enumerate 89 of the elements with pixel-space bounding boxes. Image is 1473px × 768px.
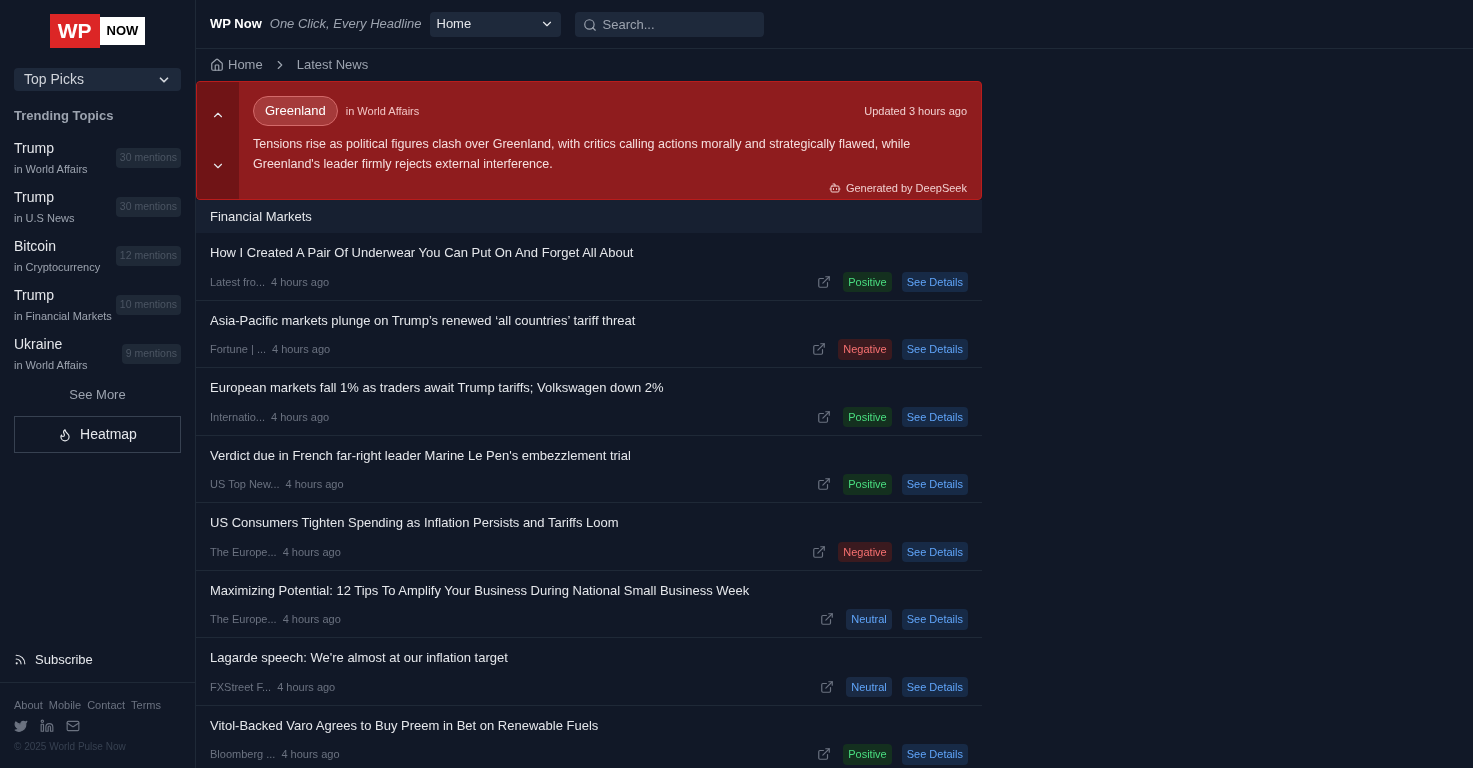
article-time: 4 hours ago	[282, 544, 341, 560]
article-time: 4 hours ago	[272, 342, 331, 357]
external-link-icon[interactable]	[820, 679, 835, 694]
article-source: Bloomberg ...	[210, 747, 276, 762]
twitter-icon[interactable]	[14, 719, 28, 733]
article-source: US Top New...	[210, 477, 280, 492]
article-title[interactable]: Vitol-Backed Varo Agrees to Buy Preem in Bet on Renewable Fuels	[210, 715, 968, 735]
article-time: 4 hours ago	[281, 747, 340, 762]
external-link-icon[interactable]	[820, 612, 835, 627]
section-dropdown[interactable]: Home	[429, 11, 561, 37]
sentiment-badge: Neutral	[846, 676, 892, 697]
article-title[interactable]: Lagarde speech: We're almost at our inflation target	[210, 648, 968, 668]
external-link-icon[interactable]	[812, 342, 827, 357]
linkedin-icon[interactable]	[40, 719, 54, 733]
see-details-button[interactable]: See Details	[901, 676, 968, 697]
flame-icon	[58, 427, 73, 442]
footer-link[interactable]: Mobile	[48, 696, 82, 713]
article-source: The Europe...	[210, 612, 277, 627]
article-source: FXStreet F...	[210, 679, 272, 695]
see-details-button[interactable]: See Details	[901, 271, 968, 292]
logo-mark: WP	[49, 14, 100, 48]
topic-category: in U.S News	[14, 211, 75, 227]
updated-time: Updated 3 hours ago	[864, 103, 967, 119]
topic-category: in Cryptocurrency	[14, 260, 101, 276]
external-link-icon[interactable]	[817, 274, 832, 289]
topic-name: Trump	[14, 188, 55, 208]
see-details-button[interactable]: See Details	[901, 744, 968, 765]
breadcrumb-link[interactable]: Home	[228, 55, 263, 75]
robot-icon	[828, 181, 841, 194]
external-link-icon[interactable]	[817, 477, 832, 492]
article-time: 4 hours ago	[271, 274, 330, 290]
sentiment-badge: Positive	[843, 406, 892, 427]
sentiment-badge: Positive	[843, 744, 892, 765]
article-title[interactable]: US Consumers Tighten Spending as Inflation Persists and Tariffs Loom	[210, 513, 968, 533]
sentiment-badge: Neutral	[846, 609, 892, 630]
search-icon	[582, 17, 597, 32]
external-link-icon[interactable]	[817, 747, 832, 762]
see-details-button[interactable]: See Details	[901, 541, 968, 562]
sentiment-badge: Positive	[843, 271, 892, 292]
subscribe-link[interactable]: Subscribe	[14, 650, 93, 670]
sentiment-badge: Negative	[838, 339, 892, 360]
mail-icon[interactable]	[66, 719, 80, 733]
rss-icon	[14, 653, 27, 667]
article-time: 4 hours ago	[282, 612, 341, 627]
article-title[interactable]: Maximizing Potential: 12 Tips To Amplify Your Business During National Small Business Week	[210, 580, 968, 600]
article-time: 4 hours ago	[285, 477, 344, 492]
topic-tag[interactable]: Greenland	[253, 96, 338, 126]
article-source: Fortune | ...	[210, 342, 267, 357]
footer-link[interactable]: About	[14, 696, 43, 713]
article-title[interactable]: Verdict due in French far-right leader Marine Le Pen's embezzlement trial	[210, 445, 968, 465]
topic-name: Trump	[14, 286, 55, 306]
topic-category: in World Affairs	[345, 103, 420, 119]
logo-word: NOW	[99, 17, 146, 45]
topic-category: in World Affairs	[14, 162, 88, 178]
topic-name: Bitcoin	[14, 237, 58, 257]
see-details-button[interactable]: See Details	[901, 609, 968, 630]
home-icon	[210, 58, 224, 72]
tagline: One Click, Every Headline	[269, 15, 422, 34]
section-header: Financial Markets	[196, 200, 982, 233]
section-heading: Trending Topics	[14, 107, 115, 125]
footer-link[interactable]: Terms	[131, 696, 162, 713]
sentiment-badge: Positive	[843, 474, 892, 495]
topic-category: in World Affairs	[14, 358, 88, 374]
topic-name: Trump	[14, 139, 55, 159]
article-source: Latest fro...	[210, 274, 266, 290]
heatmap-button[interactable]: Heatmap	[14, 416, 181, 453]
article-title[interactable]: European markets fall 1% as traders await Trump tariffs; Volkswagen down 2%	[210, 378, 968, 398]
generated-by: Generated by DeepSeek	[845, 180, 967, 196]
article-time: 4 hours ago	[277, 679, 336, 695]
see-details-button[interactable]: See Details	[901, 406, 968, 427]
search-field[interactable]: Search...	[574, 11, 764, 37]
article-source: Internatio...	[210, 409, 266, 425]
footer-link[interactable]: Contact	[87, 696, 126, 713]
brand-name: WP Now	[210, 15, 262, 34]
see-details-button[interactable]: See Details	[901, 339, 968, 360]
article-time: 4 hours ago	[271, 409, 330, 425]
picks-dropdown[interactable]: Top Picks	[14, 68, 181, 91]
summary-text: Tensions rise as political figures clash over Greenland, with critics calling actions morally and strategically flawed, while Greenland's leader firmly rejects external interference.	[253, 135, 912, 173]
breadcrumb-current: Latest News	[296, 56, 369, 75]
sentiment-badge: Negative	[838, 541, 892, 562]
topic-name: Ukraine	[14, 335, 64, 355]
see-details-button[interactable]: See Details	[901, 474, 968, 495]
external-link-icon[interactable]	[817, 409, 832, 424]
article-title[interactable]: How I Created A Pair Of Underwear You Can Put On And Forget All About	[210, 243, 968, 263]
see-more-button[interactable]: See More	[69, 384, 126, 404]
external-link-icon[interactable]	[812, 544, 827, 559]
topic-category: in Financial Markets	[14, 309, 112, 325]
article-title[interactable]: Asia-Pacific markets plunge on Trump’s renewed ‘all countries’ tariff threat	[210, 310, 968, 330]
article-source: The Europe...	[210, 544, 277, 560]
